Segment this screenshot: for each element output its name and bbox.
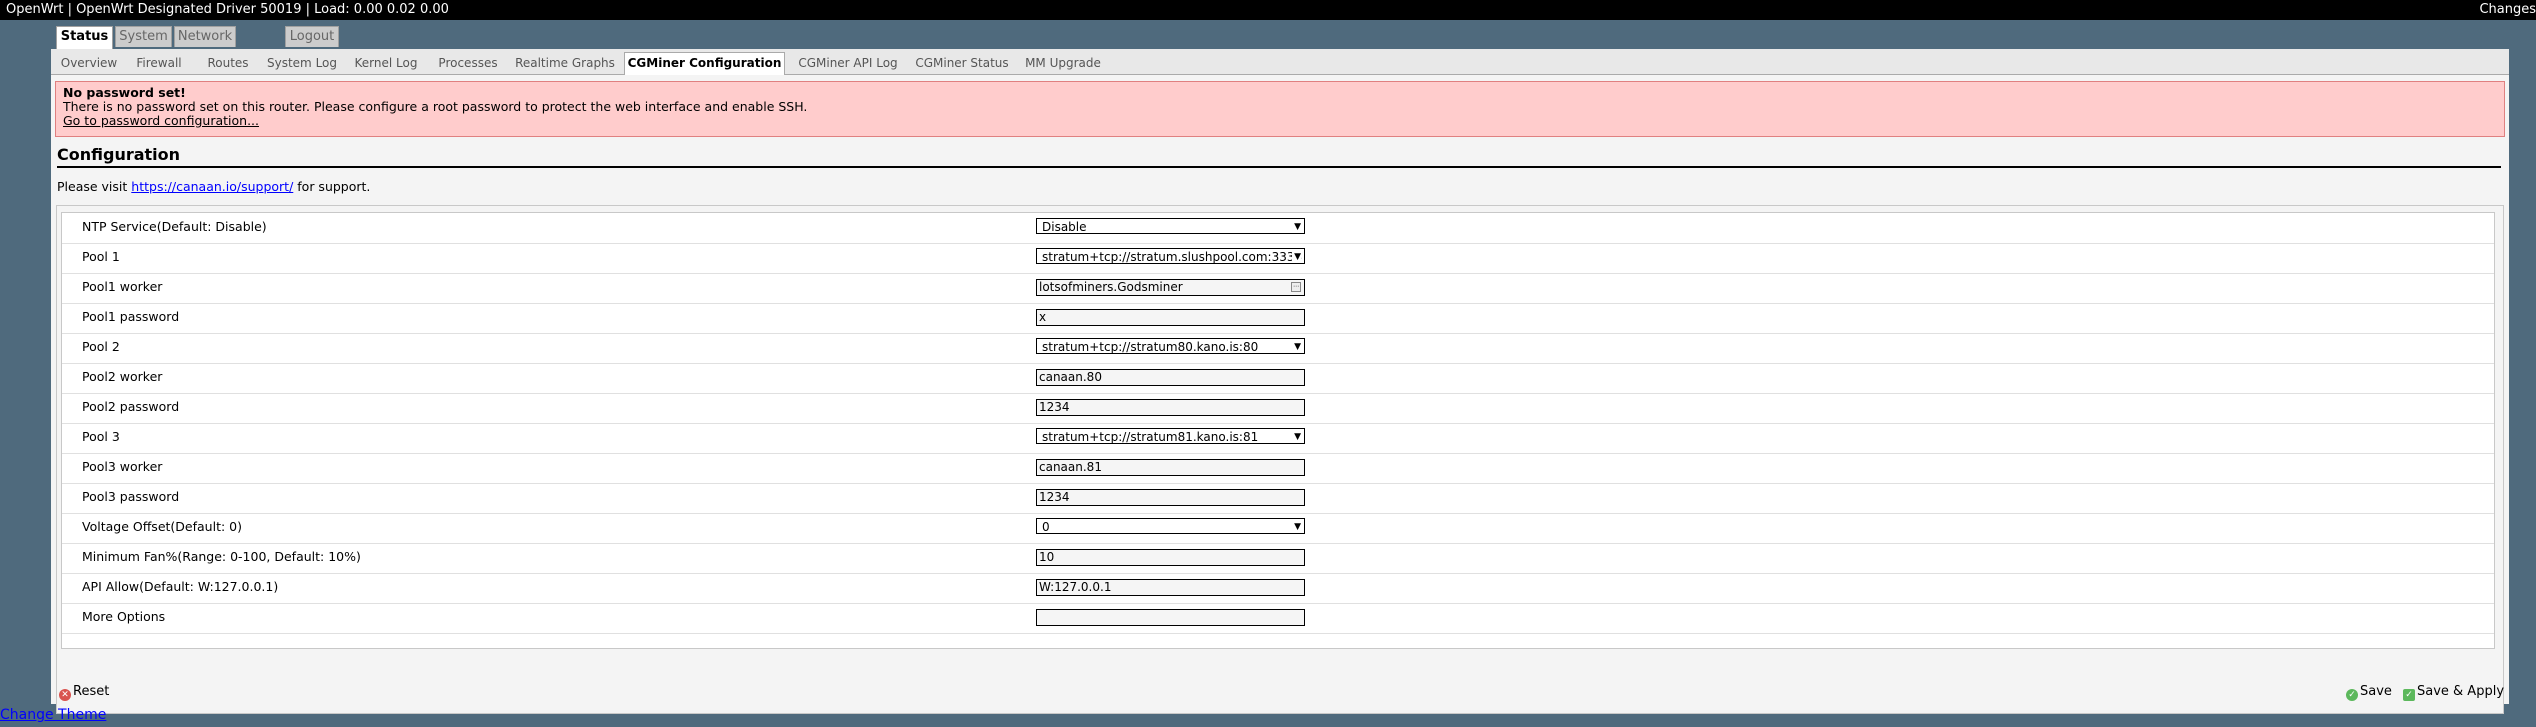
pool2-worker-input[interactable]: canaan.80: [1036, 369, 1305, 386]
config-section: NTP Service(Default: Disable) Disable ▼ P…: [56, 205, 2504, 714]
support-line: Please visit https://canaan.io/support/ …: [57, 179, 370, 194]
pool3-label: Pool 3: [82, 429, 120, 444]
pool1-label: Pool 1: [82, 249, 120, 264]
pool3-worker-label: Pool3 worker: [82, 459, 163, 474]
pool2-password-label: Pool2 password: [82, 399, 180, 414]
row-minimum-fan: Minimum Fan%(Range: 0-100, Default: 10%)…: [62, 543, 2494, 574]
row-more-options: More Options: [62, 603, 2494, 634]
subtab-realtime-graphs[interactable]: Realtime Graphs: [515, 53, 615, 73]
minimum-fan-label: Minimum Fan%(Range: 0-100, Default: 10%): [82, 549, 361, 564]
pool1-password-label: Pool1 password: [82, 309, 180, 324]
subtab-processes[interactable]: Processes: [436, 53, 500, 73]
ntp-service-value: Disable: [1042, 220, 1087, 234]
tab-network[interactable]: Network: [174, 26, 236, 47]
row-pool3-password: Pool3 password 1234: [62, 483, 2494, 514]
pool3-worker-input[interactable]: canaan.81: [1036, 459, 1305, 476]
sub-tabs: Overview Firewall Routes System Log Kern…: [51, 49, 2509, 75]
apply-icon: ✓: [2403, 689, 2415, 701]
subtab-overview[interactable]: Overview: [60, 53, 118, 73]
pool1-worker-input[interactable]: lotsofminers.Godsminer ⋯: [1036, 279, 1305, 296]
router-status-title: OpenWrt | OpenWrt Designated Driver 5001…: [6, 2, 449, 17]
subtab-firewall[interactable]: Firewall: [135, 53, 183, 73]
pool1-password-input[interactable]: x: [1036, 309, 1305, 326]
save-apply-button[interactable]: ✓ Save & Apply: [2403, 684, 2504, 701]
pool3-select[interactable]: stratum+tcp://stratum81.kano.is:81 ▼: [1036, 428, 1305, 444]
password-config-link[interactable]: Go to password configuration...: [63, 114, 259, 128]
no-password-alert: No password set! There is no password se…: [55, 81, 2505, 137]
row-pool2-worker: Pool2 worker canaan.80: [62, 363, 2494, 394]
save-apply-label: Save & Apply: [2417, 684, 2505, 699]
pool3-password-label: Pool3 password: [82, 489, 180, 504]
row-ntp-service: NTP Service(Default: Disable) Disable ▼: [62, 213, 2494, 244]
voltage-offset-select[interactable]: 0 ▼: [1036, 518, 1305, 534]
top-bar: OpenWrt | OpenWrt Designated Driver 5001…: [0, 0, 2536, 20]
chevron-down-icon: ▼: [1292, 249, 1301, 263]
reset-label: Reset: [73, 684, 110, 699]
reset-button[interactable]: ✕ Reset: [59, 684, 109, 701]
keyboard-icon[interactable]: ⋯: [1291, 282, 1301, 292]
more-options-input[interactable]: [1036, 609, 1305, 626]
page-title: Configuration: [57, 146, 2501, 168]
chevron-down-icon: ▼: [1292, 519, 1301, 533]
subtab-cgminer-status[interactable]: CGMiner Status: [913, 53, 1011, 73]
minimum-fan-input[interactable]: 10: [1036, 549, 1305, 566]
chevron-down-icon: ▼: [1292, 219, 1301, 233]
pool2-value: stratum+tcp://stratum80.kano.is:80: [1042, 340, 1259, 354]
chevron-down-icon: ▼: [1292, 339, 1301, 353]
pool1-worker-value: lotsofminers.Godsminer: [1039, 280, 1183, 294]
pool1-value: stratum+tcp://stratum.slushpool.com:3333: [1042, 250, 1303, 264]
row-pool2-password: Pool2 password 1234: [62, 393, 2494, 424]
subtab-system-log[interactable]: System Log: [266, 53, 338, 73]
ntp-service-select[interactable]: Disable ▼: [1036, 218, 1305, 234]
support-link[interactable]: https://canaan.io/support/: [131, 179, 293, 194]
chevron-down-icon: ▼: [1292, 429, 1301, 443]
pool2-password-input[interactable]: 1234: [1036, 399, 1305, 416]
voltage-offset-label: Voltage Offset(Default: 0): [82, 519, 242, 534]
pool2-select[interactable]: stratum+tcp://stratum80.kano.is:80 ▼: [1036, 338, 1305, 354]
pool3-value: stratum+tcp://stratum81.kano.is:81: [1042, 430, 1259, 444]
support-prefix: Please visit: [57, 179, 132, 194]
alert-title: No password set!: [63, 85, 186, 100]
pool3-password-input[interactable]: 1234: [1036, 489, 1305, 506]
change-theme-link[interactable]: Change Theme: [0, 707, 106, 723]
row-pool1: Pool 1 stratum+tcp://stratum.slushpool.c…: [62, 243, 2494, 274]
row-pool3-worker: Pool3 worker canaan.81: [62, 453, 2494, 484]
voltage-offset-value: 0: [1042, 520, 1050, 534]
save-label: Save: [2360, 684, 2392, 699]
row-api-allow: API Allow(Default: W:127.0.0.1) W:127.0.…: [62, 573, 2494, 604]
ntp-service-label: NTP Service(Default: Disable): [82, 219, 267, 234]
check-icon: ✓: [2346, 689, 2358, 701]
api-allow-label: API Allow(Default: W:127.0.0.1): [82, 579, 279, 594]
row-pool1-password: Pool1 password x: [62, 303, 2494, 334]
tab-system[interactable]: System: [115, 26, 172, 47]
content-page: Overview Firewall Routes System Log Kern…: [51, 49, 2509, 714]
pool2-worker-label: Pool2 worker: [82, 369, 163, 384]
subtab-kernel-log[interactable]: Kernel Log: [353, 53, 419, 73]
subtab-cgminer-api-log[interactable]: CGMiner API Log: [795, 53, 901, 73]
row-pool1-worker: Pool1 worker lotsofminers.Godsminer ⋯: [62, 273, 2494, 304]
pool1-select[interactable]: stratum+tcp://stratum.slushpool.com:3333…: [1036, 248, 1305, 264]
row-voltage-offset: Voltage Offset(Default: 0) 0 ▼: [62, 513, 2494, 544]
row-pool3: Pool 3 stratum+tcp://stratum81.kano.is:8…: [62, 423, 2494, 454]
api-allow-input[interactable]: W:127.0.0.1: [1036, 579, 1305, 596]
tab-logout[interactable]: Logout: [285, 26, 339, 47]
tab-status[interactable]: Status: [56, 26, 113, 49]
subtab-mm-upgrade[interactable]: MM Upgrade: [1023, 53, 1103, 73]
pool2-label: Pool 2: [82, 339, 120, 354]
save-button[interactable]: ✓ Save: [2346, 684, 2392, 701]
reset-icon: ✕: [59, 689, 71, 701]
pool1-worker-label: Pool1 worker: [82, 279, 163, 294]
support-suffix: for support.: [293, 179, 371, 194]
changes-link[interactable]: Changes: [2479, 0, 2536, 20]
config-table: NTP Service(Default: Disable) Disable ▼ P…: [61, 212, 2495, 649]
subtab-routes[interactable]: Routes: [206, 53, 250, 73]
alert-text: There is no password set on this router.…: [63, 99, 808, 114]
more-options-label: More Options: [82, 609, 166, 624]
subtab-cgminer-configuration[interactable]: CGMiner Configuration: [624, 52, 785, 75]
row-pool2: Pool 2 stratum+tcp://stratum80.kano.is:8…: [62, 333, 2494, 364]
